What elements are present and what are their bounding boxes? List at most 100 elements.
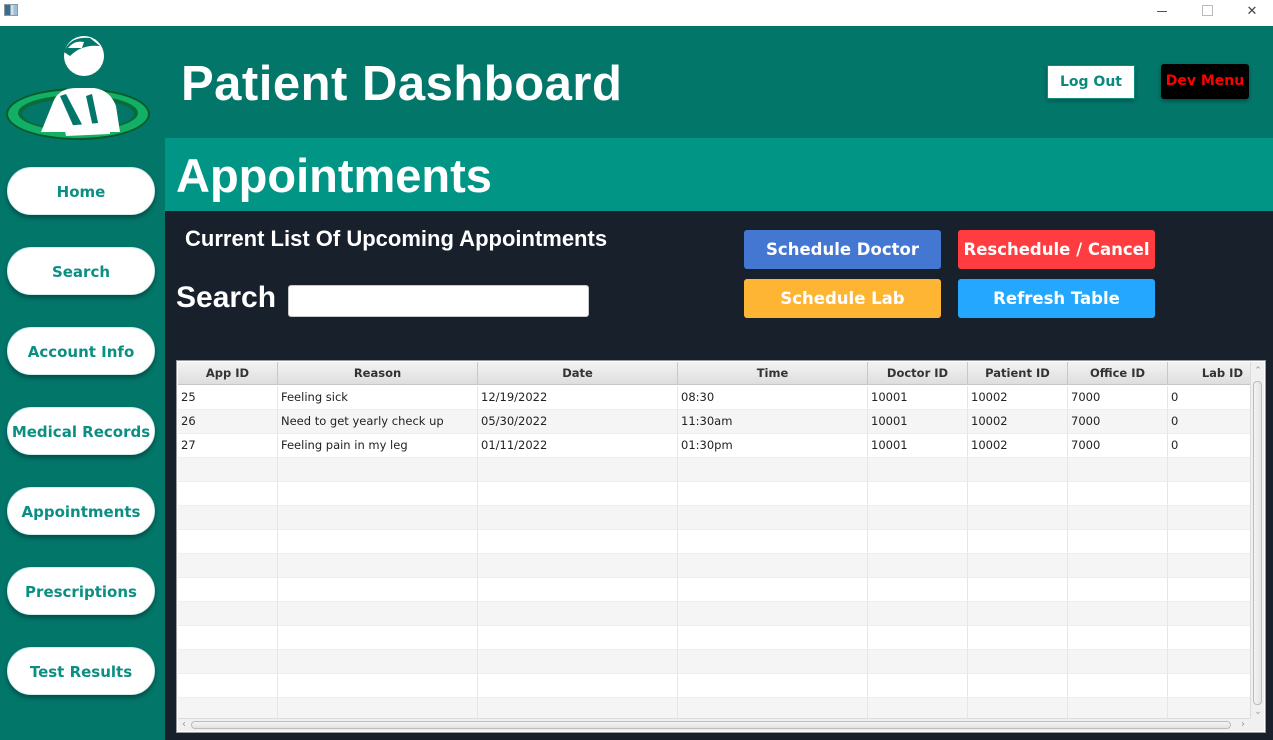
column-header-doctor-id[interactable]: Doctor ID xyxy=(868,362,968,385)
app-window: Home Search Account Info Medical Records… xyxy=(0,26,1273,740)
table-cell xyxy=(968,530,1068,554)
minimize-icon[interactable] xyxy=(1139,0,1185,26)
empty-table-row[interactable] xyxy=(178,530,1251,554)
table-cell xyxy=(278,554,478,578)
table-cell xyxy=(868,602,968,626)
vertical-scroll-thumb[interactable] xyxy=(1253,381,1262,705)
table-cell xyxy=(478,578,678,602)
empty-table-row[interactable] xyxy=(178,674,1251,698)
column-header-time[interactable]: Time xyxy=(678,362,868,385)
table-cell xyxy=(868,650,968,674)
column-header-lab-id[interactable]: Lab ID xyxy=(1168,362,1251,385)
close-icon[interactable]: ✕ xyxy=(1229,0,1273,26)
logout-button[interactable]: Log Out xyxy=(1047,65,1135,99)
table-cell xyxy=(968,506,1068,530)
table-row[interactable]: 26 Need to get yearly check up 05/30/2022 1… xyxy=(178,410,1251,434)
horizontal-scroll-thumb[interactable] xyxy=(191,721,1231,729)
table-cell xyxy=(1168,554,1251,578)
empty-table-row[interactable] xyxy=(178,602,1251,626)
patient-logo-icon xyxy=(4,34,156,149)
refresh-table-button[interactable]: Refresh Table xyxy=(958,279,1155,318)
vertical-scrollbar[interactable]: ⌃ ⌄ xyxy=(1250,362,1264,719)
appointments-table[interactable]: App ID Reason Date Time Doctor ID Patien… xyxy=(176,360,1266,733)
table-cell xyxy=(968,602,1068,626)
empty-table-row[interactable] xyxy=(178,506,1251,530)
table-cell xyxy=(1168,458,1251,482)
sidebar-item-prescriptions[interactable]: Prescriptions xyxy=(7,567,155,615)
column-header-patient-id[interactable]: Patient ID xyxy=(968,362,1068,385)
table-cell xyxy=(868,482,968,506)
table-cell xyxy=(678,626,868,650)
scroll-down-icon[interactable]: ⌄ xyxy=(1251,705,1265,719)
empty-table-row[interactable] xyxy=(178,482,1251,506)
dev-menu-button[interactable]: Dev Menu xyxy=(1161,64,1249,99)
sidebar-item-appointments[interactable]: Appointments xyxy=(7,487,155,535)
table-cell: 08:30 xyxy=(678,386,868,410)
empty-table-row[interactable] xyxy=(178,626,1251,650)
empty-table-row[interactable] xyxy=(178,578,1251,602)
schedule-doctor-button[interactable]: Schedule Doctor xyxy=(744,230,941,269)
table-cell xyxy=(478,650,678,674)
table-cell xyxy=(178,506,278,530)
column-header-office-id[interactable]: Office ID xyxy=(1068,362,1168,385)
empty-table-row[interactable] xyxy=(178,650,1251,674)
scroll-up-icon[interactable]: ⌃ xyxy=(1251,364,1265,378)
table-cell xyxy=(968,482,1068,506)
table-cell: 10002 xyxy=(968,410,1068,434)
table-cell: 0 xyxy=(1168,386,1251,410)
table-cell xyxy=(478,482,678,506)
empty-table-row[interactable] xyxy=(178,554,1251,578)
scroll-left-icon[interactable]: ‹ xyxy=(178,719,190,731)
table-cell xyxy=(178,482,278,506)
table-cell xyxy=(678,482,868,506)
column-header-reason[interactable]: Reason xyxy=(278,362,478,385)
table-cell xyxy=(278,650,478,674)
section-subtitle: Current List Of Upcoming Appointments xyxy=(185,226,608,251)
table-cell xyxy=(178,578,278,602)
table-cell xyxy=(868,626,968,650)
table-row[interactable]: 27 Feeling pain in my leg 01/11/2022 01:30p… xyxy=(178,434,1251,458)
table-cell: 0 xyxy=(1168,410,1251,434)
table-cell xyxy=(868,458,968,482)
table-cell: Feeling sick xyxy=(278,386,478,410)
table-cell: 11:30am xyxy=(678,410,868,434)
table-cell xyxy=(178,554,278,578)
table-row[interactable]: 25 Feeling sick 12/19/2022 08:30 10001 10002 7… xyxy=(178,386,1251,410)
maximize-icon[interactable] xyxy=(1184,0,1230,26)
table-cell xyxy=(178,458,278,482)
table-cell: 7000 xyxy=(1068,434,1168,458)
search-input[interactable] xyxy=(288,285,589,317)
sidebar-item-medical-records[interactable]: Medical Records xyxy=(7,407,155,455)
sidebar-item-test-results[interactable]: Test Results xyxy=(7,647,155,695)
sidebar-item-search[interactable]: Search xyxy=(7,247,155,295)
table-cell xyxy=(278,482,478,506)
sidebar-item-home[interactable]: Home xyxy=(7,167,155,215)
column-header-date[interactable]: Date xyxy=(478,362,678,385)
header: Patient Dashboard Log Out Dev Menu xyxy=(165,26,1273,138)
table-cell xyxy=(278,602,478,626)
empty-table-row[interactable] xyxy=(178,458,1251,482)
search-label: Search xyxy=(176,281,277,314)
column-header-app-id[interactable]: App ID xyxy=(178,362,278,385)
reschedule-cancel-button[interactable]: Reschedule / Cancel xyxy=(958,230,1155,269)
table-header: App ID Reason Date Time Doctor ID Patien… xyxy=(178,362,1251,385)
table-cell xyxy=(1068,578,1168,602)
table-cell: 10002 xyxy=(968,434,1068,458)
scroll-right-icon[interactable]: › xyxy=(1237,719,1249,731)
table-cell: Need to get yearly check up xyxy=(278,410,478,434)
window-titlebar: ✕ xyxy=(0,0,1273,26)
horizontal-scrollbar[interactable]: ‹ › xyxy=(178,718,1251,731)
table-cell xyxy=(178,626,278,650)
table-cell xyxy=(968,626,1068,650)
table-cell xyxy=(478,602,678,626)
table-cell xyxy=(478,506,678,530)
schedule-lab-button[interactable]: Schedule Lab xyxy=(744,279,941,318)
table-cell xyxy=(868,530,968,554)
table-cell xyxy=(1068,602,1168,626)
table-cell xyxy=(478,554,678,578)
table-cell: 10001 xyxy=(868,386,968,410)
table-cell xyxy=(1068,506,1168,530)
table-cell xyxy=(1168,482,1251,506)
table-cell xyxy=(178,650,278,674)
sidebar-item-account-info[interactable]: Account Info xyxy=(7,327,155,375)
